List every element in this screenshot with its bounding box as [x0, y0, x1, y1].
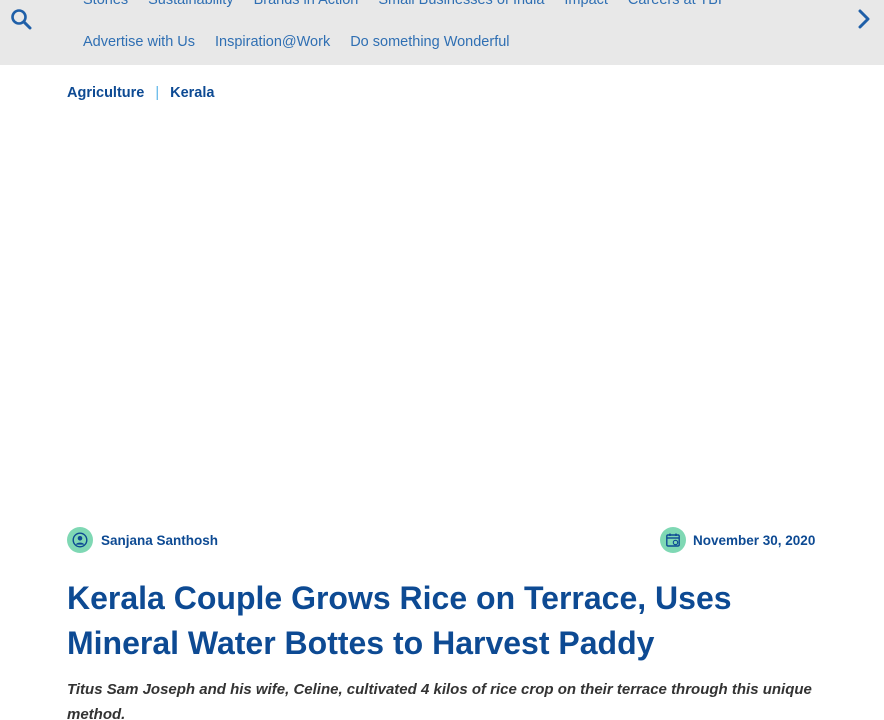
article-summary: Titus Sam Joseph and his wife, Celine, c…: [67, 681, 812, 720]
nav-item-brands-in-action[interactable]: Brands in Action: [254, 0, 359, 8]
chevron-right-icon[interactable]: [854, 8, 874, 30]
nav-item-impact[interactable]: Impact: [564, 0, 608, 8]
nav-item-stories[interactable]: Stories: [83, 0, 128, 8]
top-navigation-bar: Stories Sustainability Brands in Action …: [0, 0, 884, 65]
author-name[interactable]: Sanjana Santhosh: [101, 533, 218, 548]
breadcrumb: Agriculture | Kerala: [67, 85, 214, 101]
breadcrumb-item-kerala[interactable]: Kerala: [170, 85, 214, 101]
nav-item-advertise[interactable]: Advertise with Us: [83, 34, 195, 50]
calendar-icon: [660, 527, 686, 553]
main-menu-row-1: Stories Sustainability Brands in Action …: [83, 0, 742, 8]
nav-item-sustainability[interactable]: Sustainability: [148, 0, 233, 8]
featured-image-placeholder: [67, 118, 817, 513]
main-menu-row-2: Advertise with Us Inspiration@Work Do so…: [83, 34, 530, 50]
search-icon[interactable]: [9, 7, 33, 31]
breadcrumb-separator: |: [155, 85, 160, 101]
user-circle-icon: [67, 527, 93, 553]
article-title: Kerala Couple Grows Rice on Terrace, Use…: [67, 580, 732, 661]
publish-date: November 30, 2020: [693, 532, 816, 548]
nav-item-careers[interactable]: Careers at TBI: [628, 0, 722, 8]
article-date: November 30, 2020: [660, 527, 815, 553]
nav-item-inspiration-at-work[interactable]: Inspiration@Work: [215, 34, 330, 50]
article-author: Sanjana Santhosh: [67, 527, 218, 553]
nav-item-do-something-wonderful[interactable]: Do something Wonderful: [350, 34, 509, 50]
nav-item-small-businesses[interactable]: Small Businesses of India: [378, 0, 544, 8]
breadcrumb-item-agriculture[interactable]: Agriculture: [67, 85, 144, 101]
